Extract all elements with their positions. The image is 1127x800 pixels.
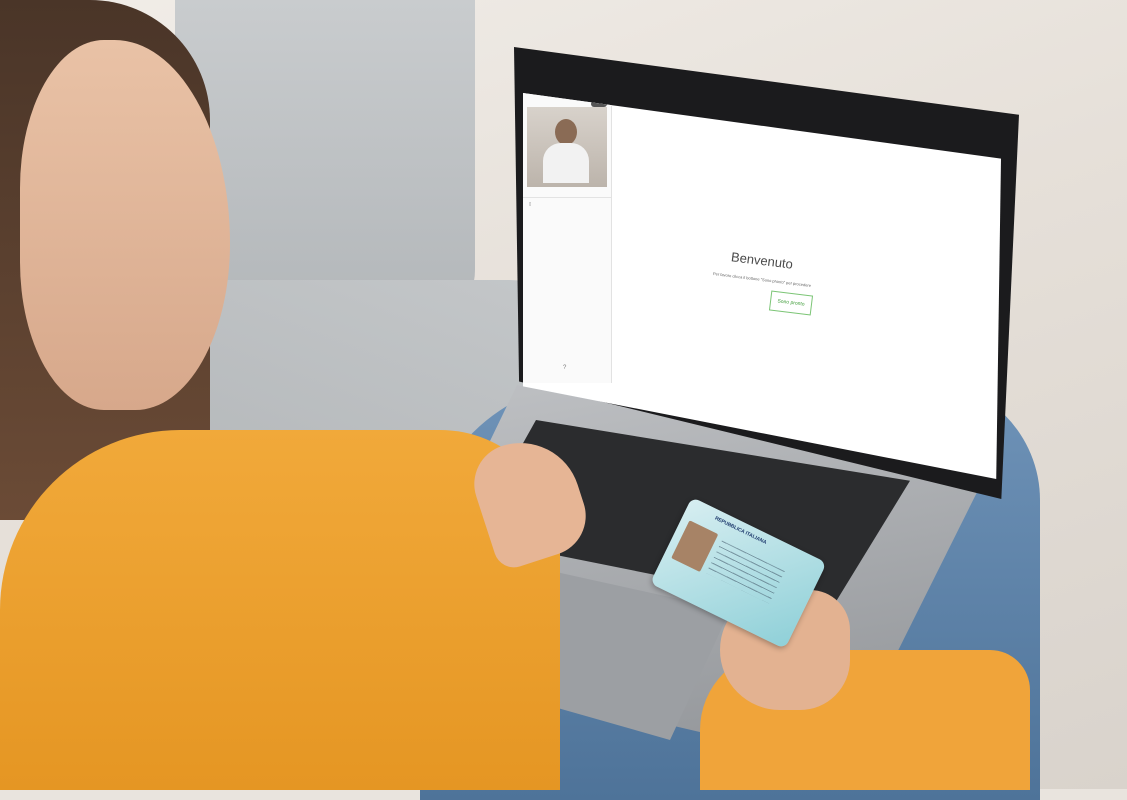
id-card-details [706, 540, 785, 604]
operator-video [527, 107, 607, 187]
ready-button[interactable]: Sono pronto [768, 290, 814, 316]
help-icon[interactable]: ? [563, 365, 566, 371]
document-row[interactable]: ▯ [529, 201, 531, 206]
operator-head [555, 119, 577, 145]
document-icon: ▯ [529, 201, 532, 206]
operator-body [543, 143, 589, 183]
sidebar-divider [523, 197, 611, 198]
